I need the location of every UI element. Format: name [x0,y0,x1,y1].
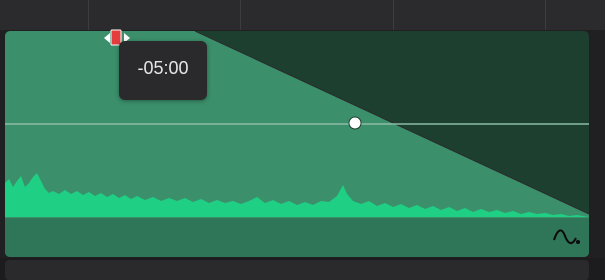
ruler-tick [240,0,241,30]
ruler-tick [393,0,394,30]
clip-bottom-strip [5,218,589,257]
ruler-tick [545,0,546,30]
timeline-ruler[interactable] [0,0,605,30]
audio-clip[interactable] [5,31,589,257]
curve-icon[interactable] [552,228,582,248]
fade-curve-control-point[interactable] [348,116,362,130]
clip-graphics [5,31,589,257]
fade-duration-value: -05:00 [137,58,189,78]
ruler-tick [88,0,89,30]
curve-icon-graphic [553,229,580,244]
fade-duration-tooltip: -05:00 [119,41,207,100]
next-track-clip [5,260,589,280]
